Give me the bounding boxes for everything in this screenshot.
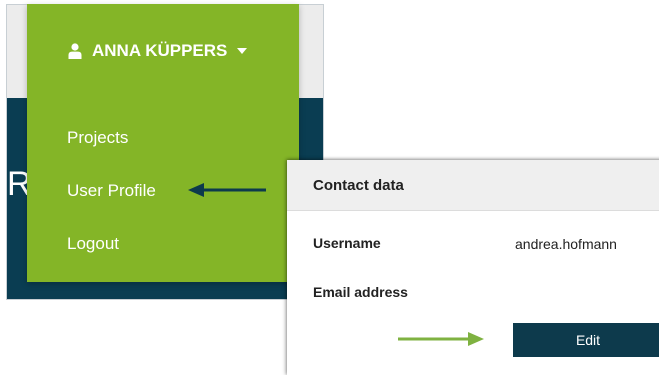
edit-button[interactable]: Edit: [513, 323, 659, 357]
panel-title: Contact data: [313, 177, 404, 194]
arrow-right-icon: [398, 332, 484, 346]
username-label: Username: [313, 235, 381, 251]
username-value: andrea.hofmann: [515, 236, 617, 252]
user-icon: [68, 43, 82, 59]
arrow-left-icon: [188, 183, 266, 197]
user-menu-toggle[interactable]: ANNA KÜPPERS: [68, 41, 248, 61]
chevron-down-icon: [237, 48, 248, 54]
user-name: ANNA KÜPPERS: [92, 41, 228, 60]
panel-header: Contact data: [287, 160, 659, 211]
email-label: Email address: [313, 284, 408, 300]
user-dropdown-menu: ANNA KÜPPERS Projects User Profile Logou…: [27, 4, 299, 282]
menu-item-logout[interactable]: Logout: [67, 234, 119, 254]
menu-item-projects[interactable]: Projects: [67, 128, 128, 148]
menu-item-user-profile[interactable]: User Profile: [67, 181, 156, 201]
